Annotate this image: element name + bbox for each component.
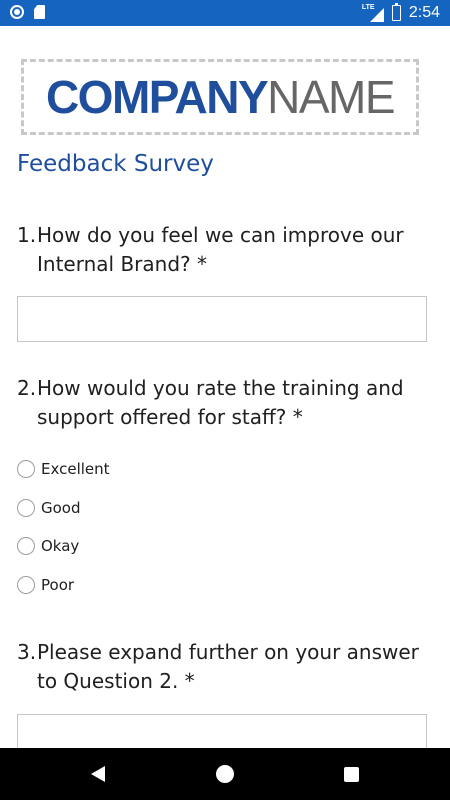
home-icon <box>216 765 234 783</box>
navigation-bar <box>0 748 450 800</box>
option-label: Poor <box>41 576 75 594</box>
radio-okay[interactable] <box>17 537 35 555</box>
question-1-answer-input[interactable] <box>17 296 427 342</box>
back-button[interactable] <box>68 748 128 800</box>
question-3-answer-input[interactable] <box>17 714 427 748</box>
option-okay[interactable]: Okay <box>17 536 79 556</box>
back-icon <box>91 766 105 782</box>
question-1: 1. How do you feel we can improve our In… <box>17 221 427 279</box>
option-label: Okay <box>41 537 80 555</box>
option-good[interactable]: Good <box>17 498 81 518</box>
survey-content[interactable]: COMPANYNAME Feedback Survey 1. How do yo… <box>0 26 450 748</box>
status-bar-left <box>10 5 45 19</box>
logo-company: COMPANY <box>45 71 269 123</box>
status-bar-right: LTE ⚡ 2:54 <box>362 3 440 23</box>
question-3: 3. Please expand further on your answer … <box>17 638 427 696</box>
sd-card-icon <box>34 5 45 19</box>
radio-excellent[interactable] <box>17 460 35 478</box>
recents-button[interactable] <box>321 748 381 800</box>
circle-icon <box>10 5 24 19</box>
company-logo: COMPANYNAME <box>21 59 419 135</box>
question-number: 1. <box>17 223 37 247</box>
status-bar: LTE ⚡ 2:54 <box>0 0 450 26</box>
question-text: How do you feel we can improve our Inter… <box>37 223 404 276</box>
question-number: 3. <box>17 640 37 664</box>
option-excellent[interactable]: Excellent <box>17 459 110 479</box>
question-2: 2. How would you rate the training and s… <box>17 374 427 432</box>
logo-text: COMPANYNAME <box>45 71 396 123</box>
battery-glyph: ⚡ <box>393 8 399 17</box>
clock-time: 2:54 <box>408 4 440 21</box>
lte-signal-icon: LTE <box>362 4 384 22</box>
battery-charging-icon: ⚡ <box>391 3 401 21</box>
recents-icon <box>343 766 359 782</box>
signal-icon <box>369 8 384 22</box>
option-label: Good <box>41 499 81 517</box>
logo-name: NAME <box>267 71 395 123</box>
survey-title: Feedback Survey <box>17 151 214 177</box>
radio-good[interactable] <box>17 499 35 517</box>
radio-poor[interactable] <box>17 576 35 594</box>
question-text: How would you rate the training and supp… <box>37 376 404 429</box>
question-number: 2. <box>17 376 37 400</box>
home-button[interactable] <box>195 748 255 800</box>
option-poor[interactable]: Poor <box>17 575 74 595</box>
option-label: Excellent <box>41 460 110 478</box>
question-text: Please expand further on your answer to … <box>37 640 419 693</box>
